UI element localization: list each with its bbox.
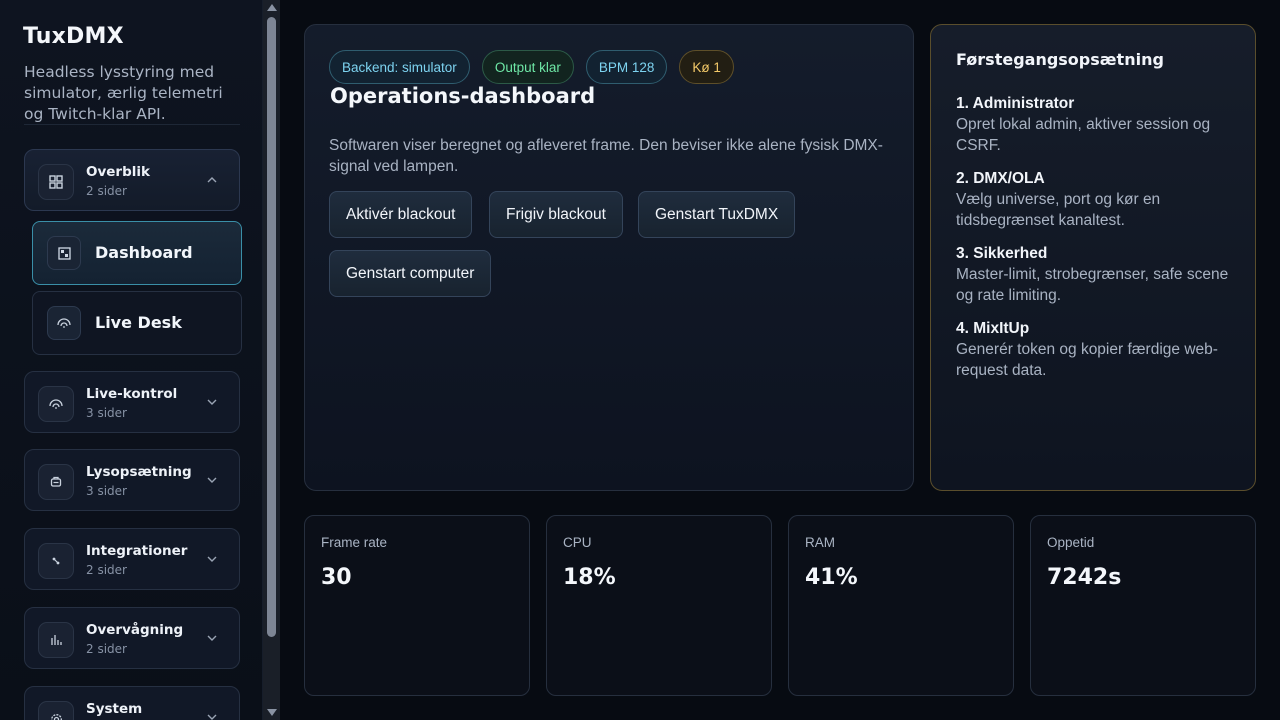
scrollbar-thumb[interactable] [267,17,276,637]
nav-group-subtitle: 3 sider [86,406,127,420]
chevron-down-icon [207,633,217,643]
nav-group-overvaagning[interactable]: Overvågning 2 sider [24,607,240,669]
stat-card-ram: RAM 41% [788,515,1014,696]
stat-label: CPU [563,535,592,550]
nav-group-lysopsaetning[interactable]: Lysopsætning 3 sider [24,449,240,511]
signal-icon [47,306,81,340]
status-badges: Backend: simulator Output klar BPM 128 K… [329,50,734,84]
sidebar-item-dashboard[interactable]: Dashboard [32,221,242,285]
brand-description: Headless lysstyring med simulator, ærlig… [24,63,223,123]
setup-step: 1. Administrator Opret lokal admin, akti… [956,93,1241,156]
chevron-down-icon [207,475,217,485]
lamp-icon [38,464,74,500]
stat-card-cpu: CPU 18% [546,515,772,696]
nav-group-integrationer[interactable]: Integrationer 2 sider [24,528,240,590]
activate-blackout-button[interactable]: Aktivér blackout [329,191,473,238]
chevron-down-icon [207,712,217,720]
nav-group-title: System [86,701,143,717]
stat-value: 18% [563,565,616,590]
stat-card-uptime: Oppetid 7242s [1030,515,1256,696]
page-title: Operations-dashboard [330,84,596,108]
stat-value: 41% [805,565,858,590]
nav-group-subtitle: 3 sider [86,484,127,498]
setup-step-desc: Vælg universe, port og kør en tidsbegræn… [956,191,1161,229]
sidebar-scrollbar[interactable] [263,0,280,720]
restart-computer-button[interactable]: Genstart computer [329,250,492,297]
nav-group-live-kontrol[interactable]: Live-kontrol 3 sider [24,371,240,433]
sidebar-item-live-desk[interactable]: Live Desk [32,291,242,355]
nav-group-subtitle: 2 sider [86,563,127,577]
setup-step-title: 1. Administrator [956,95,1075,112]
setup-step-title: 4. MixItUp [956,320,1030,337]
setup-step-desc: Generér token og kopier færdige web-requ… [956,341,1218,379]
bpm-badge: BPM 128 [585,50,668,84]
signal-icon [38,386,74,422]
nav-group-title: Overblik [86,164,150,180]
sidebar: TuxDMX Headless lysstyring med simulator… [0,0,263,720]
dashboard-icon [47,236,81,270]
divider [24,124,240,125]
setup-step-title: 3. Sikkerhed [956,245,1048,262]
setup-step-title: 2. DMX/OLA [956,170,1045,187]
stat-card-frame-rate: Frame rate 30 [304,515,530,696]
restart-tuxdmx-button[interactable]: Genstart TuxDMX [638,191,796,238]
nav-group-overblik[interactable]: Overblik 2 sider [24,149,240,211]
gear-icon [38,701,74,720]
chevron-down-icon [207,554,217,564]
stat-label: RAM [805,535,835,550]
brand-title: TuxDMX [23,24,124,49]
nav-group-title: Lysopsætning [86,464,192,480]
stat-value: 7242s [1047,565,1122,590]
setup-step: 4. MixItUp Generér token og kopier færdi… [956,318,1241,381]
release-blackout-button[interactable]: Frigiv blackout [489,191,623,238]
setup-step: 2. DMX/OLA Vælg universe, port og kør en… [956,168,1241,231]
sidebar-item-label: Live Desk [95,313,182,332]
nav-group-subtitle: 2 sider [86,184,127,198]
grid-icon [38,164,74,200]
nav-group-title: Integrationer [86,543,188,559]
stat-value: 30 [321,565,352,590]
bars-icon [38,622,74,658]
nav-group-system[interactable]: System [24,686,240,720]
nav-group-title: Live-kontrol [86,386,178,402]
operations-card: Backend: simulator Output klar BPM 128 K… [304,24,914,491]
nav-group-subtitle: 2 sider [86,642,127,656]
stat-label: Frame rate [321,535,388,550]
stat-label: Oppetid [1047,535,1095,550]
setup-title: Førstegangsopsætning [956,50,1164,69]
setup-step-desc: Master-limit, strobegrænser, safe scene … [956,266,1229,304]
scroll-up-arrow-icon[interactable] [267,4,277,11]
page-description: Softwaren viser beregnet og afleveret fr… [329,137,883,175]
scroll-down-arrow-icon[interactable] [267,709,277,716]
setup-step-desc: Opret lokal admin, aktiver session og CS… [956,116,1211,154]
backend-badge: Backend: simulator [329,50,470,84]
output-badge: Output klar [481,50,574,84]
chevron-down-icon [207,397,217,407]
first-time-setup-card: Førstegangsopsætning 1. Administrator Op… [930,24,1256,491]
chevron-up-icon [207,175,217,185]
setup-step: 3. Sikkerhed Master-limit, strobegrænser… [956,243,1241,306]
queue-badge: Kø 1 [679,50,734,84]
sidebar-item-label: Dashboard [95,243,193,262]
nav-group-title: Overvågning [86,622,184,638]
plug-icon [38,543,74,579]
